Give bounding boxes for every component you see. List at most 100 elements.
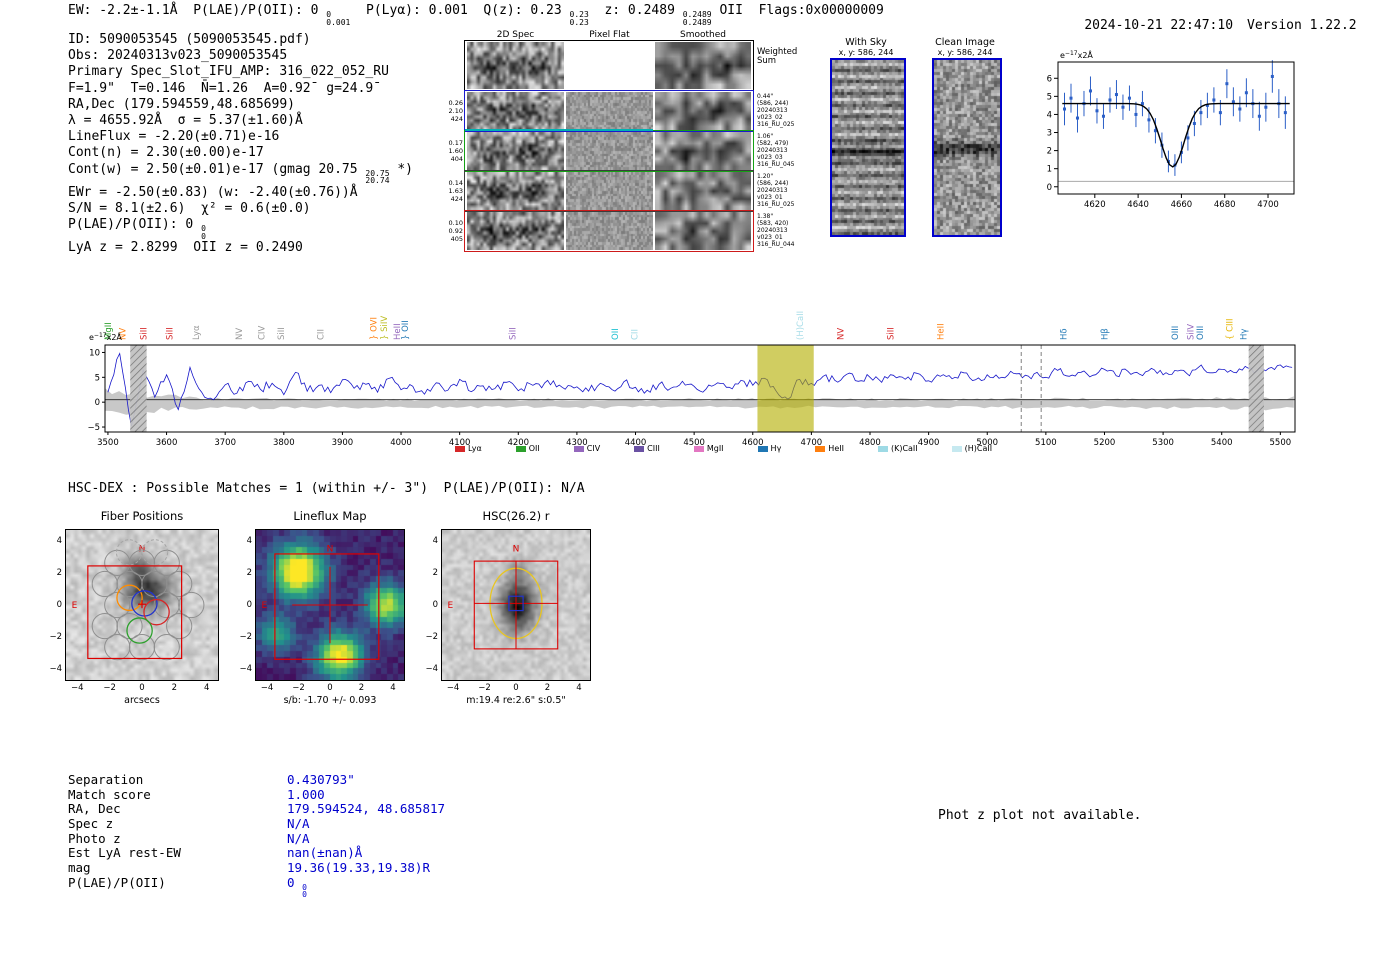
row-annotation: Weighted Sum (757, 48, 809, 66)
header-meta: 2024-10-21 22:47:10 Version 1.22.2 (1053, 3, 1356, 48)
x-tick-label: −2 (292, 683, 305, 693)
legend-swatch (877, 445, 888, 452)
spec2d-col-header-smoothed: Smoothed (680, 30, 726, 40)
legend-item: Hγ (757, 444, 781, 453)
scale-value: 0.14 (448, 179, 463, 187)
emission-line-label: SiII (886, 327, 896, 340)
legend-label: HeII (828, 444, 844, 453)
row-scale-values: 0.10 0.92 405 (440, 219, 463, 243)
data-point (1264, 105, 1268, 109)
emission-line-label: CIV (257, 326, 267, 340)
text-segment: Cont(n) = 2.30(±0.00)e-17 (68, 145, 264, 161)
text-segment: LyA z = 2.8299 OII z = 0.2490 (68, 240, 303, 256)
match-label: P(LAE)/P(OII) (68, 874, 166, 890)
emission-line-label: HeII (936, 323, 946, 340)
data-point (1121, 105, 1125, 109)
x-tick-label: 0 (327, 683, 333, 693)
sup-sub-stack: 00 (302, 882, 307, 900)
y-tick-label: 2 (1047, 147, 1052, 157)
legend-swatch (693, 445, 704, 452)
legend-swatch (573, 445, 584, 452)
y-tick-label: 4 (246, 536, 252, 547)
x-tick-label: 5200 (1094, 438, 1116, 448)
legend-swatch (455, 445, 465, 452)
with-sky-image (830, 58, 906, 237)
match-value: 179.594524, 48.685817 (287, 801, 446, 817)
detected-line-highlight (757, 345, 814, 432)
fiber-circle (104, 634, 131, 661)
emission-line-label: SiII (508, 327, 518, 340)
x-tick-label: 0 (513, 683, 519, 693)
data-point (1075, 116, 1079, 120)
match-row: RA, Dec 179.594524, 48.685817 (68, 801, 445, 816)
emission-line-label: CII (317, 329, 327, 340)
emission-line-label: OIII (1196, 326, 1206, 340)
sup-sub-stack: 0.23 0.23 (569, 10, 589, 27)
info-line: EWr = -2.50(±0.83) (w: -2.40(±0.76))Å (68, 185, 413, 201)
annotation-line: 316_RU_044 (757, 241, 795, 248)
info-line: LineFlux = -2.20(±0.71)e-16 (68, 129, 413, 145)
hsc-r-image-overlay: NE (448, 544, 559, 650)
legend-swatch (634, 445, 645, 452)
legend-item: OII (515, 444, 540, 453)
lineflux-map-image-overlay: NE (262, 544, 380, 660)
emission-line-label: CII (630, 329, 640, 340)
sup-sub-stack: 00 (201, 224, 206, 241)
annotation-line: v023_01 (757, 194, 783, 201)
annotation-line: 316_RU_045 (757, 161, 795, 168)
annotation-line: 20240313 (757, 227, 788, 234)
text-segment: S/N = 8.1(±2.6) χ² = 0.6(±0.0) (68, 200, 311, 216)
east-label: E (72, 601, 78, 611)
y-tick-label: 3 (1047, 129, 1052, 139)
elixer-report: EW: -2.2±-1.1Å P(LAE)/P(OII): 0 0 0.001 P… (0, 0, 1400, 953)
info-line: ID: 5090053545 (5090053545.pdf) (68, 32, 413, 48)
x-tick-label: 5500 (1270, 438, 1292, 448)
cutout-title: Lineflux Map (293, 509, 367, 523)
data-point (1127, 96, 1131, 100)
match-value: 19.36(19.33,19.38)R (287, 860, 430, 876)
annotation-line: 1.06" (757, 133, 774, 140)
legend-label: Lyα (468, 444, 482, 453)
scale-value: 424 (450, 195, 463, 203)
y-tick-label: −2 (425, 631, 438, 642)
x-tick-label: 5100 (1035, 438, 1057, 448)
sup-sub-stack: 0 0.001 (326, 10, 351, 27)
emission-line-label: NV (837, 328, 847, 340)
x-tick-label: 4000 (390, 438, 412, 448)
legend-label: (K)CaII (890, 444, 918, 453)
x-tick-label: 4 (203, 683, 210, 693)
x-tick-label: 4 (390, 683, 396, 693)
spec2d-image (467, 172, 564, 210)
pixel-flat-image (566, 212, 653, 250)
emission-line-label: OII (611, 328, 621, 340)
match-value: N/A (287, 816, 310, 832)
text-segment: Obs: 20240313v023_5090053545 (68, 48, 288, 64)
y-tick-label: 5 (1047, 92, 1052, 102)
data-point (1088, 89, 1092, 93)
y-tick-label: −5 (87, 423, 100, 433)
emission-line-label: SiII (165, 327, 175, 340)
x-tick-label: −2 (478, 683, 491, 693)
y-tick-label: 4 (1047, 110, 1052, 120)
map-box (274, 553, 380, 660)
emission-line-label: Hγ (1239, 329, 1249, 340)
text-segment: P(LAE)/P(OII): 0 (68, 217, 202, 233)
pixel-flat-image (566, 132, 653, 170)
clean-image-title: Clean Image (935, 37, 995, 48)
y-tick-label: 1 (1047, 165, 1052, 175)
y-tick-label: −4 (49, 663, 62, 674)
match-row: Est LyA rest-EW nan(±nan)Å (68, 845, 445, 860)
match-row: Spec z N/A (68, 816, 445, 831)
masked-region (1248, 345, 1264, 432)
emission-line-label: SiII (140, 327, 150, 340)
with-sky-coords: x, y: 586, 244 (838, 48, 894, 57)
scale-value: 0.10 (448, 219, 463, 227)
east-label: E (262, 601, 268, 611)
data-point (1062, 107, 1066, 111)
photz-note: Phot z plot not available. (938, 808, 1142, 823)
info-line: λ = 4655.92Å σ = 5.37(±1.60)Å (68, 113, 413, 129)
with-sky-title: With Sky (845, 37, 887, 48)
north-label: N (513, 544, 520, 554)
info-line: F=1.9" T=0.146 N̄=1.26 A=0.92̄ g=24.9̄ (68, 81, 413, 97)
y-tick-label: 2 (432, 568, 438, 579)
